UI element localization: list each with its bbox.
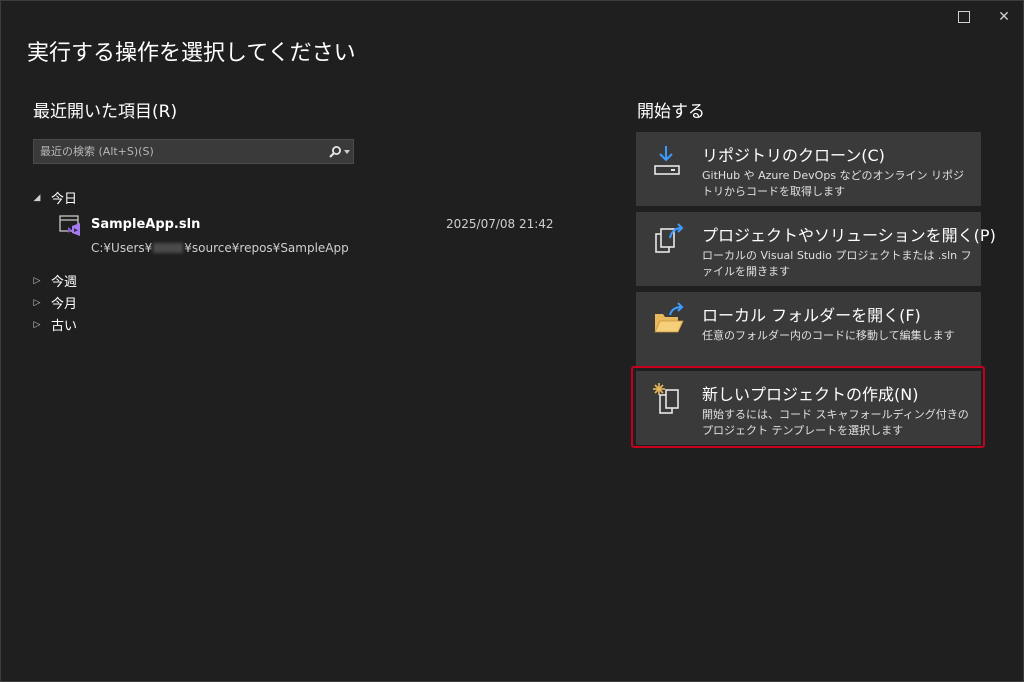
card-title: 新しいプロジェクトの作成(N): [702, 385, 919, 404]
recent-item-path: C:¥Users¥ ¥source¥repos¥SampleApp: [91, 241, 349, 255]
open-project-card[interactable]: プロジェクトやソリューションを開く(P) ローカルの Visual Studio…: [636, 212, 996, 286]
open-folder-icon: [654, 302, 684, 333]
collapsed-caret-icon: ▷: [33, 275, 41, 286]
search-button[interactable]: [325, 140, 353, 163]
collapsed-caret-icon: ▷: [33, 319, 41, 330]
clone-download-icon: [654, 146, 680, 175]
recent-search-input[interactable]: [34, 140, 325, 163]
group-label: 今日: [51, 192, 78, 207]
card-description: GitHub や Azure DevOps などのオンライン リポジトリからコー…: [702, 169, 965, 198]
group-older[interactable]: ▷ 古い: [31, 315, 77, 334]
maximize-icon: [958, 11, 970, 23]
close-button[interactable]: ✕: [989, 5, 1019, 29]
group-today[interactable]: ◢ 今日: [31, 188, 77, 207]
card-description: 開始するには、コード スキャフォールディング付きのプロジェクト テンプレートを選…: [702, 408, 969, 437]
group-label: 今週: [51, 275, 78, 290]
card-description: ローカルの Visual Studio プロジェクトまたは .sln ファイルを…: [702, 249, 972, 278]
maximize-button[interactable]: [949, 5, 979, 29]
group-label: 古い: [51, 319, 78, 334]
search-icon: [329, 145, 341, 158]
card-title: ローカル フォルダーを開く(F): [702, 306, 921, 325]
close-icon: ✕: [998, 9, 1010, 25]
solution-file-icon: [59, 215, 80, 236]
recent-item-name: SampleApp.sln: [91, 217, 201, 232]
path-suffix: ¥source¥repos¥SampleApp: [184, 241, 349, 255]
redacted-username: [153, 243, 184, 253]
path-prefix: C:¥Users¥: [91, 241, 153, 255]
open-folder-card[interactable]: ローカル フォルダーを開く(F) 任意のフォルダー内のコードに移動して編集します: [636, 292, 981, 366]
dialog-title: 実行する操作を選択してください: [27, 41, 356, 66]
recent-item[interactable]: SampleApp.sln 2025/07/08 21:42 C:¥Users¥…: [57, 213, 554, 259]
collapsed-caret-icon: ▷: [33, 297, 41, 308]
open-project-icon: [655, 223, 684, 253]
group-label: 今月: [51, 297, 78, 312]
start-section-title: 開始する: [637, 102, 705, 122]
group-this-week[interactable]: ▷ 今週: [31, 271, 77, 290]
chevron-down-icon: [344, 149, 350, 154]
clone-repository-card[interactable]: リポジトリのクローン(C) GitHub や Azure DevOps などのオ…: [636, 132, 981, 206]
group-this-month[interactable]: ▷ 今月: [31, 293, 77, 312]
recent-item-date: 2025/07/08 21:42: [446, 217, 554, 231]
new-project-icon: [653, 383, 679, 414]
recent-section-title: 最近開いた項目(R): [33, 102, 178, 122]
card-description: 任意のフォルダー内のコードに移動して編集します: [702, 329, 955, 342]
start-window: ✕ 実行する操作を選択してください 最近開いた項目(R) ◢ 今日 Sample…: [0, 0, 1024, 682]
card-title: リポジトリのクローン(C): [702, 146, 885, 165]
expanded-caret-icon: ◢: [33, 192, 41, 203]
card-title: プロジェクトやソリューションを開く(P): [702, 226, 996, 245]
recent-search-box: [33, 139, 354, 164]
new-project-card[interactable]: 新しいプロジェクトの作成(N) 開始するには、コード スキャフォールディング付き…: [636, 371, 981, 445]
